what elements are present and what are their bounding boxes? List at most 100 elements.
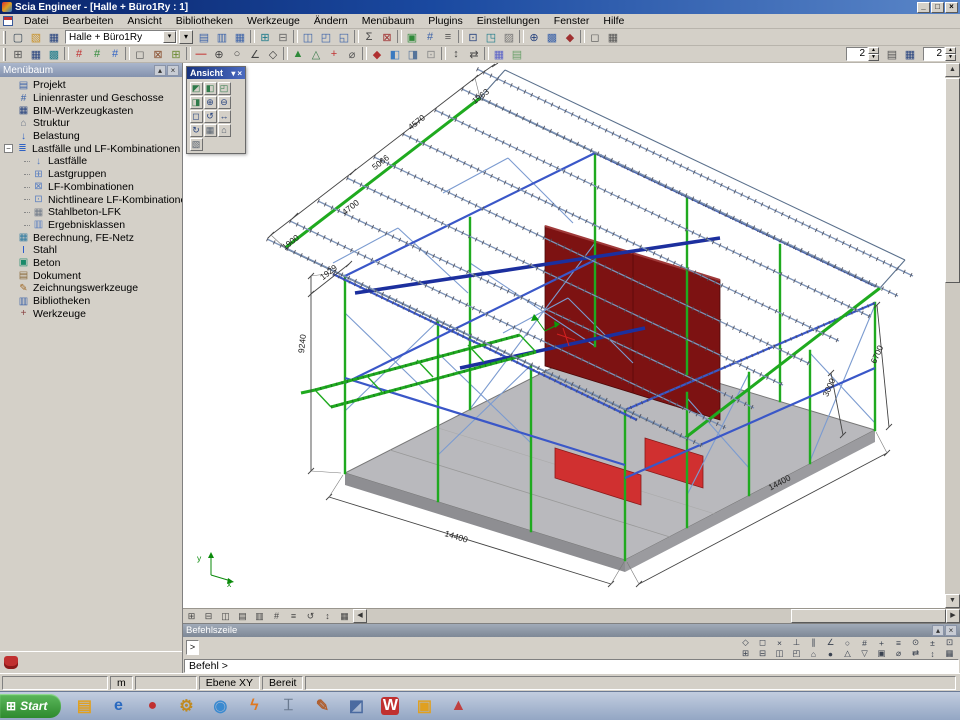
spinner-down-icon[interactable]: ▼ — [868, 54, 879, 61]
vertical-scrollbar[interactable]: ▲ ▼ — [945, 63, 960, 608]
select-all-icon[interactable]: ⊞ — [9, 47, 27, 62]
activity-blue-icon[interactable]: ▦ — [490, 47, 508, 62]
toolbar-icon[interactable] — [484, 47, 489, 60]
horizontal-scrollbar[interactable] — [367, 609, 946, 623]
diameter-icon[interactable]: ⌀ — [343, 47, 361, 62]
taskbar-gears-icon[interactable]: ⚙ — [171, 693, 201, 719]
node-tool-icon[interactable]: ⊕ — [210, 47, 228, 62]
toolbar-icon[interactable] — [125, 47, 130, 60]
menu-item[interactable]: Datei — [17, 14, 56, 28]
support-icon[interactable]: ◆ — [368, 47, 386, 62]
refresh-icon[interactable]: ↺ — [302, 610, 319, 623]
snap-perpendicular-icon[interactable]: ⊥ — [788, 637, 805, 648]
multi-window-icon[interactable]: ◫ — [217, 610, 234, 623]
view-corner-icon[interactable]: ◱ — [335, 30, 353, 45]
menu-item[interactable]: Fenster — [547, 14, 597, 28]
view-top-icon[interactable]: ◰ — [218, 82, 231, 95]
view-axo-icon[interactable]: ◩ — [190, 82, 203, 95]
taskbar-cad-icon[interactable]: ◩ — [341, 693, 371, 719]
toolbar-icon[interactable] — [283, 47, 288, 60]
toolbar-icon[interactable] — [397, 30, 402, 43]
taskbar-drawing-icon[interactable]: ✎ — [307, 693, 337, 719]
toolbar-icon[interactable] — [293, 30, 298, 43]
add-load-icon[interactable]: + — [325, 47, 343, 62]
start-button[interactable]: ⊞ Start — [0, 694, 61, 718]
tree-item-ergebnisklassen[interactable]: ▥ Ergebnisklassen — [0, 219, 182, 232]
snap-center-icon[interactable]: ○ — [839, 637, 856, 648]
snap-parallel-icon[interactable]: ∥ — [805, 637, 822, 648]
project-data-icon[interactable]: ▤ — [195, 30, 213, 45]
cursor-deselect-icon[interactable]: ⊟ — [754, 648, 771, 659]
model-box-icon[interactable]: ⊡ — [464, 30, 482, 45]
scroll-left-icon[interactable]: ◀ — [353, 609, 367, 623]
layers-icon[interactable]: ⊟ — [274, 30, 292, 45]
snap-grid-icon[interactable]: # — [856, 637, 873, 648]
load-case-icon[interactable]: ◨ — [404, 47, 422, 62]
snap-point-icon[interactable]: ⊙ — [907, 637, 924, 648]
tree-item-lastfaelle-lf-kombinationen[interactable]: − ≣ Lastfälle und LF-Kombinationen — [0, 142, 182, 155]
chevron-down-icon[interactable]: ▾ — [231, 69, 235, 78]
spinner-value[interactable]: 2 — [846, 47, 868, 61]
cursor-select-icon[interactable]: ⊞ — [737, 648, 754, 659]
save-icon[interactable]: ▦ — [45, 30, 63, 45]
menu-item[interactable]: Ändern — [307, 14, 355, 28]
spinner-up-icon[interactable]: ▲ — [868, 47, 879, 54]
tree-item-lastgruppen[interactable]: ⊞ Lastgruppen — [0, 168, 182, 181]
tree-item-stahl[interactable]: I Stahl — [0, 244, 182, 257]
tree-item-zeichnungswerkzeuge[interactable]: ✎ Zeichnungswerkzeuge — [0, 282, 182, 295]
new-document-icon[interactable]: ▢ — [9, 30, 27, 45]
menu-item[interactable]: Werkzeuge — [240, 14, 307, 28]
tree-item-bim-werkzeugkasten[interactable]: ▦ BIM-Werkzeugkasten — [0, 104, 182, 117]
toolbar-icon[interactable] — [458, 30, 463, 43]
pan-icon[interactable]: ↔ — [218, 110, 231, 123]
document-view-icon[interactable]: ▦ — [231, 30, 249, 45]
taskbar-tools-icon[interactable]: ϟ — [239, 693, 269, 719]
menu-item[interactable]: Einstellungen — [470, 14, 547, 28]
tree-item-werkzeuge[interactable]: + Werkzeuge — [0, 307, 182, 320]
plate-tool-icon[interactable]: △ — [307, 47, 325, 62]
filled-box-icon[interactable]: ▣ — [873, 648, 890, 659]
toolbar-icon[interactable] — [64, 47, 69, 60]
add-element-icon[interactable]: ⊞ — [167, 47, 185, 62]
view-side-icon[interactable]: ◨ — [190, 96, 203, 109]
grid-green-icon[interactable]: # — [88, 47, 106, 62]
project-combo[interactable]: Halle + Büro1Ry ▾ — [65, 30, 177, 44]
shade-icon[interactable]: ▨ — [500, 30, 518, 45]
stretch-icon[interactable]: ↕ — [924, 648, 941, 659]
taskbar-media-icon[interactable]: ● — [137, 693, 167, 719]
pin-icon[interactable]: ▴ — [932, 625, 944, 636]
command-line-header[interactable]: Befehlszeile ▴ × — [183, 624, 960, 637]
selection-box-icon[interactable]: ◻ — [131, 47, 149, 62]
sum-results-icon[interactable]: Σ — [360, 30, 378, 45]
menu-item[interactable]: Bearbeiten — [56, 14, 121, 28]
toolbar-icon[interactable] — [519, 30, 524, 43]
taskbar-browser-icon[interactable]: ◉ — [205, 693, 235, 719]
tree-item-projekt[interactable]: ▤ Projekt — [0, 79, 182, 92]
expander-icon[interactable]: − — [4, 144, 13, 153]
move-vertical-icon[interactable]: ↕ — [447, 47, 465, 62]
model-data-icon[interactable]: ▦ — [27, 47, 45, 62]
command-input[interactable]: Befehl > — [184, 659, 959, 673]
tree-item-nichtlineare-lf-kombinationen[interactable]: ⊡ Nichtlineare LF-Kombinationen — [0, 193, 182, 206]
toolbar-icon[interactable] — [250, 30, 255, 43]
scale-spinner-1[interactable]: 2 ▲ ▼ — [846, 47, 879, 61]
scroll-down-icon[interactable]: ▼ — [945, 594, 960, 608]
taskbar-w-app-icon[interactable]: W — [375, 693, 405, 719]
grid-settings-icon[interactable]: ⊞ — [256, 30, 274, 45]
tree-item-lf-kombinationen[interactable]: ⊠ LF-Kombinationen — [0, 181, 182, 194]
close-icon[interactable]: × — [945, 625, 957, 636]
command-history-toggle[interactable]: > — [186, 640, 199, 655]
tree-item-belastung[interactable]: ↓ Belastung — [0, 130, 182, 143]
tree-item-berechnung-fe-netz[interactable]: ▦ Berechnung, FE-Netz — [0, 231, 182, 244]
mesh-snap-icon[interactable]: ▦ — [941, 648, 958, 659]
mesh-view-icon[interactable]: ▩ — [45, 47, 63, 62]
solid-select-icon[interactable]: ▦ — [604, 30, 622, 45]
window-select-icon[interactable]: ◫ — [771, 648, 788, 659]
frame-select-icon[interactable]: ◻ — [586, 30, 604, 45]
combination-icon[interactable]: ⊡ — [422, 47, 440, 62]
view-palette-header[interactable]: Ansicht ▾ × — [187, 67, 245, 79]
snap-intersection-icon[interactable]: × — [771, 637, 788, 648]
zoom-window-icon[interactable]: ◻ — [190, 110, 203, 123]
taskbar-steel-profile-icon[interactable]: ⌶ — [273, 693, 303, 719]
section-view-icon[interactable]: ◳ — [482, 30, 500, 45]
